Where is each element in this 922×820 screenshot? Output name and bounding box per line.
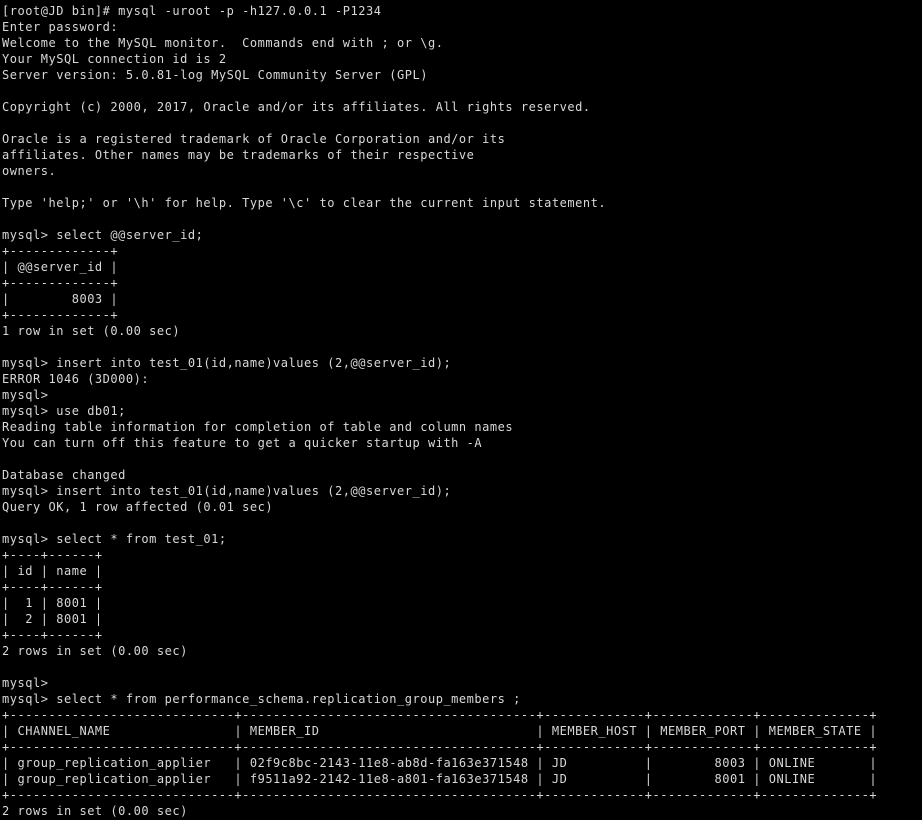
terminal-line: | 8003 | [2, 292, 119, 306]
terminal-line: Server version: 5.0.81-log MySQL Communi… [2, 68, 428, 82]
terminal-line: | 2 | 8001 | [2, 612, 103, 626]
terminal-line: [root@JD bin]# mysql -uroot -p -h127.0.0… [2, 4, 382, 18]
terminal-line: ERROR 1046 (3D000): [2, 372, 150, 386]
terminal-line: You can turn off this feature to get a q… [2, 436, 483, 450]
terminal-screen-output[interactable]: [root@JD bin]# mysql -uroot -p -h127.0.0… [2, 3, 922, 819]
terminal-line: affiliates. Other names may be trademark… [2, 148, 475, 162]
terminal-line: mysql> select * from performance_schema.… [2, 692, 521, 706]
terminal-line: 2 rows in set (0.00 sec) [2, 804, 188, 818]
terminal-line: mysql> select * from test_01; [2, 532, 227, 546]
terminal-line: mysql> insert into test_01(id,name)value… [2, 356, 452, 370]
terminal-line: mysql> select @@server_id; [2, 228, 204, 242]
terminal-line: Enter password: [2, 20, 119, 34]
terminal-line: mysql> [2, 388, 49, 402]
terminal-line: Reading table information for completion… [2, 420, 514, 434]
terminal-line: +-------------+ [2, 244, 119, 258]
terminal-line: +----+------+ [2, 548, 103, 562]
terminal-line: +----+------+ [2, 580, 103, 594]
terminal-line: 1 row in set (0.00 sec) [2, 324, 181, 338]
terminal-line: | CHANNEL_NAME | MEMBER_ID | MEMBER_HOST… [2, 724, 878, 738]
terminal-line: +-----------------------------+---------… [2, 708, 878, 722]
terminal-line: mysql> insert into test_01(id,name)value… [2, 484, 452, 498]
terminal-line: Query OK, 1 row affected (0.01 sec) [2, 500, 274, 514]
terminal-line: +-----------------------------+---------… [2, 788, 878, 802]
terminal-line: | 1 | 8001 | [2, 596, 103, 610]
terminal-line: Type 'help;' or '\h' for help. Type '\c'… [2, 196, 607, 210]
terminal-line: +-------------+ [2, 276, 119, 290]
terminal-line: Oracle is a registered trademark of Orac… [2, 132, 506, 146]
terminal-line: | group_replication_applier | 02f9c8bc-2… [2, 756, 878, 770]
terminal-line: | group_replication_applier | f9511a92-2… [2, 772, 878, 786]
terminal-line: | id | name | [2, 564, 103, 578]
terminal-line: Copyright (c) 2000, 2017, Oracle and/or … [2, 100, 591, 114]
terminal-line: Your MySQL connection id is 2 [2, 52, 227, 66]
terminal-line: +----+------+ [2, 628, 103, 642]
terminal-line: 2 rows in set (0.00 sec) [2, 644, 188, 658]
terminal-line: Welcome to the MySQL monitor. Commands e… [2, 36, 444, 50]
terminal-line: owners. [2, 164, 57, 178]
terminal-line: +-------------+ [2, 308, 119, 322]
terminal-line: | @@server_id | [2, 260, 119, 274]
terminal-line: mysql> [2, 676, 49, 690]
terminal-window[interactable]: .. .. [root@JD bin]# mysql -uroot -p -h1… [0, 0, 922, 820]
terminal-line: Database changed [2, 468, 126, 482]
terminal-line: mysql> use db01; [2, 404, 126, 418]
terminal-line: +-----------------------------+---------… [2, 740, 878, 754]
